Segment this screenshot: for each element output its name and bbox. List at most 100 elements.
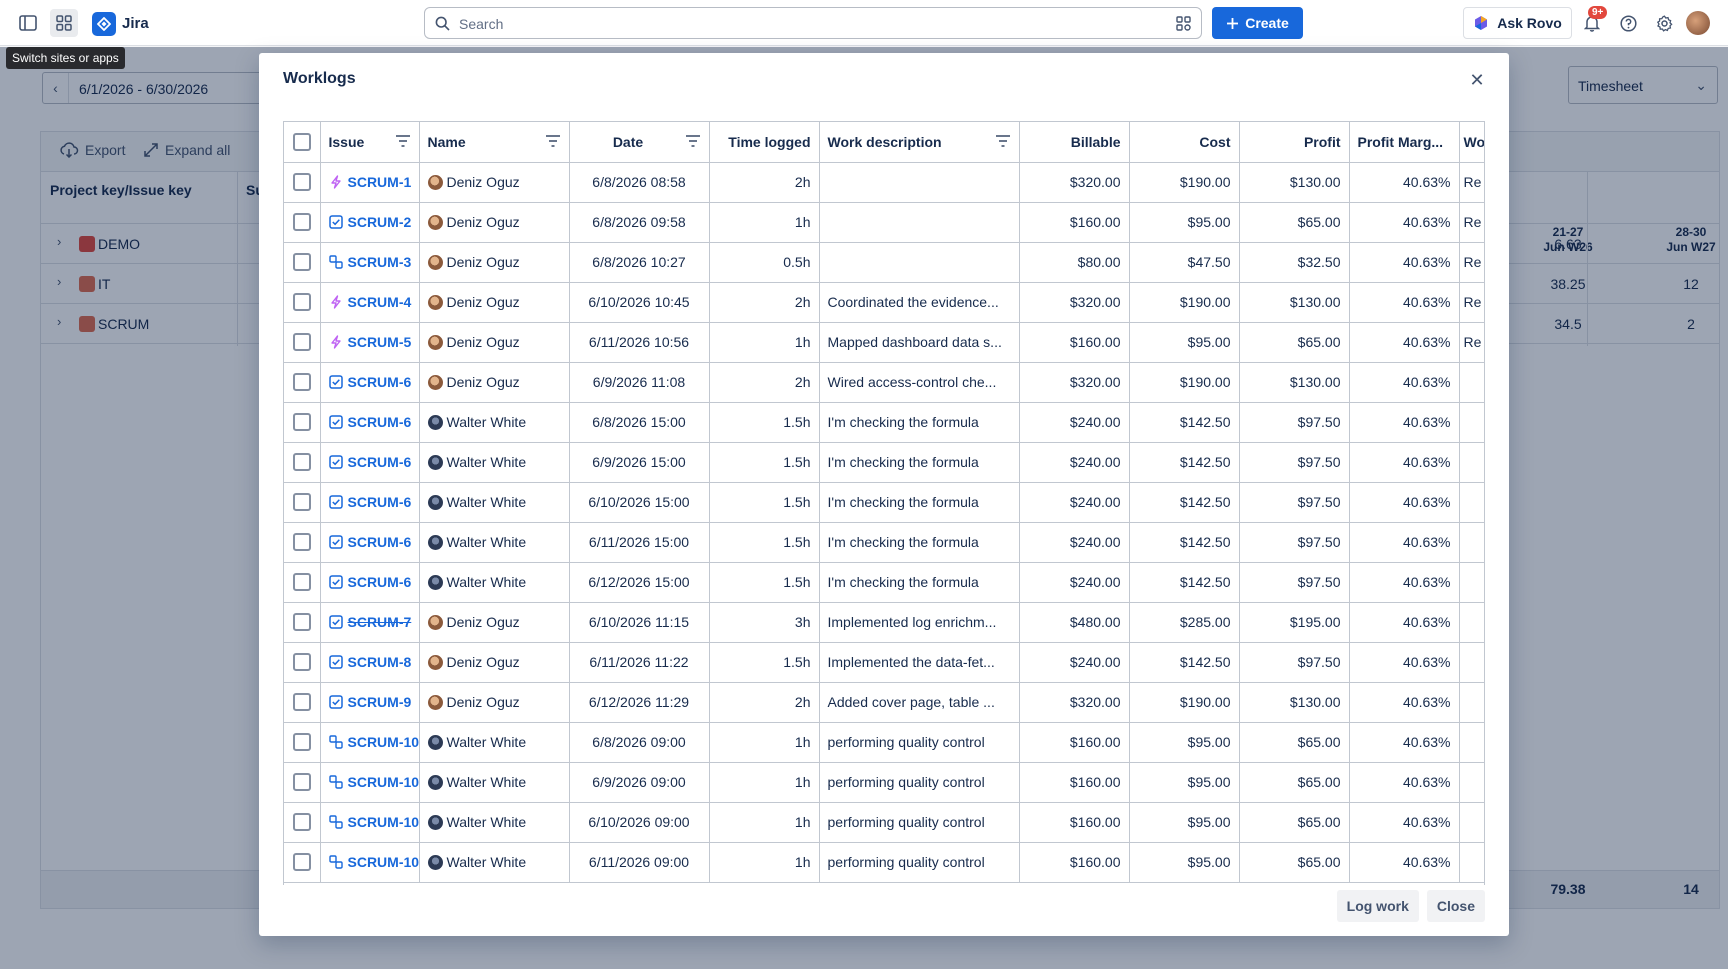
- time-logged-cell: 1.5h: [709, 402, 820, 443]
- issue-key-link[interactable]: SCRUM-5: [348, 334, 412, 350]
- table-row[interactable]: SCRUM-6 Walter White 6/12/2026 15:00 1.5h I'…: [284, 562, 1484, 603]
- row-checkbox[interactable]: [292, 213, 311, 231]
- name-cell: Deniz Oguz: [419, 642, 570, 683]
- issue-key-link[interactable]: SCRUM-10: [348, 814, 419, 830]
- issue-key-link[interactable]: SCRUM-6: [348, 414, 412, 430]
- work-description-column-header[interactable]: Work description: [819, 122, 1020, 163]
- table-row[interactable]: SCRUM-6 Deniz Oguz 6/9/2026 11:08 2h Wired a…: [284, 362, 1484, 403]
- row-checkbox[interactable]: [292, 813, 311, 831]
- filter-icon[interactable]: [685, 134, 701, 148]
- jira-logo-icon[interactable]: [92, 12, 116, 36]
- table-row[interactable]: SCRUM-10 Walter White 6/10/2026 09:00 1h per…: [284, 802, 1484, 843]
- issue-key-link[interactable]: SCRUM-2: [348, 214, 412, 230]
- table-row[interactable]: SCRUM-10 Walter White 6/9/2026 09:00 1h perf…: [284, 762, 1484, 803]
- table-row[interactable]: SCRUM-10 Walter White 6/11/2026 09:00 1h per…: [284, 842, 1484, 883]
- row-checkbox[interactable]: [292, 333, 311, 351]
- close-button[interactable]: Close: [1426, 890, 1485, 922]
- app-name[interactable]: Jira: [122, 15, 149, 32]
- cost-cell: $95.00: [1129, 842, 1240, 883]
- table-row[interactable]: SCRUM-9 Deniz Oguz 6/12/2026 11:29 2h Added …: [284, 682, 1484, 723]
- user-avatar: [427, 814, 443, 830]
- create-button[interactable]: Create: [1212, 7, 1303, 39]
- table-row[interactable]: SCRUM-6 Walter White 6/10/2026 15:00 1.5h I'…: [284, 482, 1484, 523]
- user-name: Walter White: [446, 774, 527, 790]
- issue-key-link[interactable]: SCRUM-1: [348, 174, 412, 190]
- row-checkbox[interactable]: [292, 453, 311, 471]
- profit-margin-cell: 40.63%: [1349, 362, 1460, 403]
- issue-key-link[interactable]: SCRUM-6: [348, 574, 412, 590]
- subtask-type-icon: [328, 815, 343, 829]
- task-type-icon: [328, 575, 343, 589]
- filter-icon[interactable]: [995, 134, 1011, 148]
- filter-icon[interactable]: [395, 134, 411, 148]
- issue-cell: SCRUM-6: [320, 442, 420, 483]
- issue-key-link[interactable]: SCRUM-3: [348, 254, 412, 270]
- app-switcher-icon[interactable]: [50, 9, 78, 37]
- user-avatar[interactable]: [1686, 11, 1710, 35]
- table-row[interactable]: SCRUM-5 Deniz Oguz 6/11/2026 10:56 1h Mapped…: [284, 322, 1484, 363]
- issue-key-link[interactable]: SCRUM-10: [348, 774, 419, 790]
- issue-key-link[interactable]: SCRUM-9: [348, 694, 412, 710]
- issue-key-link[interactable]: SCRUM-10: [348, 854, 419, 870]
- table-row[interactable]: SCRUM-10 Walter White 6/8/2026 09:00 1h perf…: [284, 722, 1484, 763]
- table-row[interactable]: SCRUM-4 Deniz Oguz 6/10/2026 10:45 2h Coordi…: [284, 282, 1484, 323]
- ask-rovo-button[interactable]: Ask Rovo: [1463, 7, 1572, 39]
- row-checkbox[interactable]: [292, 733, 311, 751]
- worklogs-table: Issue Name Date Time logged Work descrip…: [283, 121, 1485, 885]
- extra-cell: [1459, 362, 1484, 403]
- issue-key-link[interactable]: SCRUM-6: [348, 454, 412, 470]
- column-label: Billable: [1070, 133, 1121, 150]
- row-checkbox[interactable]: [292, 573, 311, 591]
- issue-key-link[interactable]: SCRUM-10: [348, 734, 419, 750]
- row-checkbox[interactable]: [292, 373, 311, 391]
- table-row[interactable]: SCRUM-6 Walter White 6/9/2026 15:00 1.5h I'm…: [284, 442, 1484, 483]
- close-icon[interactable]: ✕: [1465, 68, 1489, 92]
- issue-key-link[interactable]: SCRUM-6: [348, 534, 412, 550]
- row-checkbox[interactable]: [292, 413, 311, 431]
- log-work-button[interactable]: Log work: [1336, 890, 1419, 922]
- table-row[interactable]: SCRUM-7 Deniz Oguz 6/10/2026 11:15 3h Implem…: [284, 602, 1484, 643]
- issue-key-link[interactable]: SCRUM-4: [348, 294, 412, 310]
- row-checkbox[interactable]: [292, 613, 311, 631]
- cost-column-header[interactable]: Cost: [1129, 122, 1240, 163]
- row-checkbox[interactable]: [292, 653, 311, 671]
- table-row[interactable]: SCRUM-6 Walter White 6/8/2026 15:00 1.5h I'm…: [284, 402, 1484, 443]
- profit-margin-cell: 40.63%: [1349, 242, 1460, 283]
- extra-column-header[interactable]: Wo: [1459, 122, 1484, 163]
- help-icon[interactable]: [1614, 9, 1642, 37]
- issue-key-link[interactable]: SCRUM-6: [348, 494, 412, 510]
- issue-key-link[interactable]: SCRUM-6: [348, 374, 412, 390]
- sidebar-toggle-icon[interactable]: [14, 9, 42, 37]
- row-checkbox[interactable]: [292, 293, 311, 311]
- profit-column-header[interactable]: Profit: [1239, 122, 1350, 163]
- search-input[interactable]: Search: [424, 7, 1202, 39]
- filter-icon[interactable]: [545, 134, 561, 148]
- name-cell: Walter White: [419, 402, 570, 443]
- extra-cell: [1459, 762, 1484, 803]
- table-row[interactable]: SCRUM-8 Deniz Oguz 6/11/2026 11:22 1.5h Impl…: [284, 642, 1484, 683]
- settings-gear-icon[interactable]: [1650, 9, 1678, 37]
- row-checkbox[interactable]: [292, 493, 311, 511]
- row-checkbox[interactable]: [292, 773, 311, 791]
- issue-column-header[interactable]: Issue: [320, 122, 420, 163]
- table-row[interactable]: SCRUM-6 Walter White 6/11/2026 15:00 1.5h I'…: [284, 522, 1484, 563]
- extra-cell: [1459, 402, 1484, 443]
- billable-column-header[interactable]: Billable: [1019, 122, 1130, 163]
- issue-key-link[interactable]: SCRUM-8: [348, 654, 412, 670]
- table-row[interactable]: SCRUM-3 Deniz Oguz 6/8/2026 10:27 0.5h $80.0…: [284, 242, 1484, 283]
- select-all-checkbox[interactable]: [292, 132, 311, 151]
- row-checkbox[interactable]: [292, 693, 311, 711]
- issue-key-link[interactable]: SCRUM-7: [348, 614, 412, 630]
- profit-margin-column-header[interactable]: Profit Marg...: [1349, 122, 1460, 163]
- row-checkbox[interactable]: [292, 853, 311, 871]
- table-row[interactable]: SCRUM-2 Deniz Oguz 6/8/2026 09:58 1h $160.00…: [284, 202, 1484, 243]
- row-checkbox[interactable]: [292, 253, 311, 271]
- row-checkbox[interactable]: [292, 173, 311, 191]
- name-column-header[interactable]: Name: [419, 122, 570, 163]
- search-filter-icon[interactable]: [1176, 16, 1191, 31]
- time-logged-column-header[interactable]: Time logged: [709, 122, 820, 163]
- table-row[interactable]: SCRUM-1 Deniz Oguz 6/8/2026 08:58 2h $320.00…: [284, 162, 1484, 203]
- date-column-header[interactable]: Date: [569, 122, 710, 163]
- row-checkbox[interactable]: [292, 533, 311, 551]
- profit-cell: $130.00: [1239, 162, 1350, 203]
